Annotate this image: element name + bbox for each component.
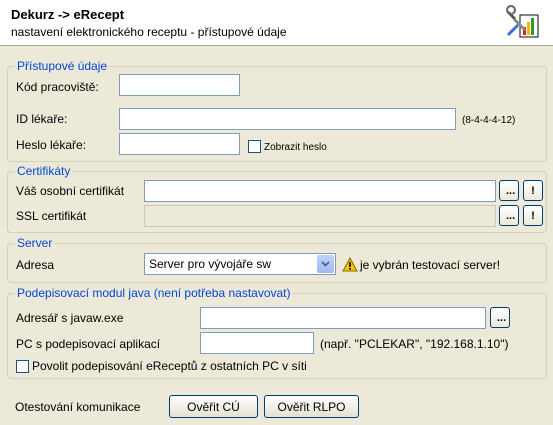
tools-settings-icon: [506, 5, 539, 38]
show-password-checkbox[interactable]: [248, 140, 261, 153]
signing-legend: Podepisovací modul java (není potřeba na…: [15, 286, 293, 300]
ssl-cert-browse-button[interactable]: ...: [499, 205, 519, 226]
communication-test-label: Otestování komunikace: [15, 400, 141, 414]
dialog-subtitle: nastavení elektronického receptu - příst…: [11, 25, 287, 39]
certificates-group: Certifikáty Váš osobní certifikát ... ! …: [7, 164, 547, 233]
address-label: Adresa: [16, 258, 55, 272]
workplace-code-input[interactable]: [119, 74, 240, 96]
verify-cu-button[interactable]: Ověřit CÚ: [169, 395, 258, 418]
javaw-dir-label: Adresář s javaw.exe: [16, 311, 124, 325]
personal-cert-label: Váš osobní certifikát: [16, 184, 125, 198]
personal-cert-info-button[interactable]: !: [523, 180, 543, 201]
signing-pc-hint: (např. "PCLEKAR", "192.168.1.10"): [320, 337, 509, 351]
access-group: Přístupové údaje Kód pracoviště: ID léka…: [7, 59, 547, 162]
warning-icon: [342, 257, 358, 272]
server-legend: Server: [15, 236, 55, 250]
personal-cert-input[interactable]: [144, 180, 496, 202]
ssl-cert-input[interactable]: [144, 205, 496, 227]
chevron-down-icon[interactable]: [317, 255, 334, 273]
certificates-legend: Certifikáty: [15, 164, 73, 178]
ssl-cert-label: SSL certifikát: [16, 209, 87, 223]
server-warning-text: je vybrán testovací server!: [360, 258, 501, 272]
doctor-id-hint: (8-4-4-4-12): [462, 115, 516, 126]
verify-rlpo-button[interactable]: Ověřit RLPO: [264, 395, 359, 418]
allow-remote-signing-checkbox[interactable]: [16, 360, 29, 373]
ssl-cert-info-button[interactable]: !: [523, 205, 543, 226]
dialog-header: Dekurz -> eRecept nastavení elektronické…: [0, 0, 553, 46]
signing-group: Podepisovací modul java (není potřeba na…: [7, 286, 547, 379]
allow-remote-signing-label: Povolit podepisování eReceptů z ostatníc…: [32, 359, 307, 373]
workplace-code-label: Kód pracoviště:: [16, 80, 99, 94]
dialog-title: Dekurz -> eRecept: [11, 7, 125, 22]
personal-cert-browse-button[interactable]: ...: [499, 180, 519, 201]
server-group: Server Adresa Server pro vývojáře sw je …: [7, 236, 547, 283]
javaw-dir-input[interactable]: [200, 307, 486, 329]
doctor-id-label: ID lékaře:: [16, 112, 68, 126]
javaw-dir-browse-button[interactable]: ...: [490, 307, 510, 328]
server-select[interactable]: Server pro vývojáře sw: [144, 253, 336, 275]
doctor-password-input[interactable]: [119, 133, 240, 155]
server-select-value: Server pro vývojáře sw: [149, 257, 272, 271]
signing-pc-label: PC s podepisovací aplikací: [16, 337, 161, 351]
access-legend: Přístupové údaje: [15, 59, 110, 73]
show-password-label: Zobrazit heslo: [264, 142, 327, 153]
doctor-password-label: Heslo lékaře:: [16, 138, 87, 152]
signing-pc-input[interactable]: [200, 332, 314, 354]
doctor-id-input[interactable]: [119, 108, 456, 130]
